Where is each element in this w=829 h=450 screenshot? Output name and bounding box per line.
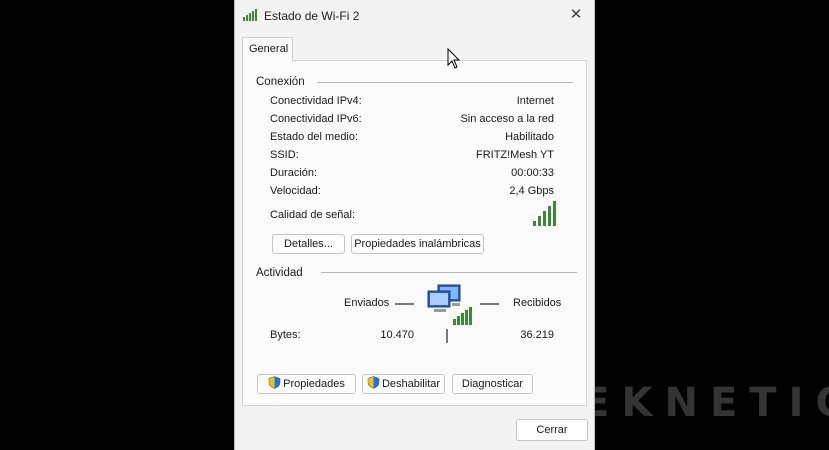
sent-label: Enviados — [344, 297, 390, 309]
activity-divider — [321, 272, 577, 273]
signal-bar — [543, 211, 546, 226]
ipv6-value: Sin acceso a la red — [460, 113, 554, 125]
speed-label: Velocidad: — [270, 185, 321, 197]
ssid-value: FRITZ!Mesh YT — [475, 149, 554, 161]
signal-bar — [553, 201, 556, 226]
duration-label: Duración: — [270, 167, 318, 179]
signal-quality-label: Calidad de señal: — [270, 209, 356, 221]
tab-general[interactable]: General — [242, 37, 293, 61]
title-bar: Estado de Wi-Fi 2 ✕ — [235, 0, 594, 32]
media-state-label: Estado del medio: — [270, 131, 359, 143]
network-computers-icon — [427, 284, 472, 325]
wireless-properties-button[interactable]: Propiedades inalámbricas — [351, 234, 484, 254]
wifi-signal-icon — [243, 9, 257, 21]
window-title: Estado de Wi-Fi 2 — [264, 9, 360, 23]
general-panel: Conexión Conectividad IPv4: Internet Con… — [242, 60, 587, 406]
ipv4-label: Conectividad IPv4: — [270, 95, 362, 107]
connection-divider — [317, 82, 573, 83]
activity-group-title: Actividad — [256, 267, 303, 279]
bytes-sent-value: 10.470 — [380, 329, 414, 341]
signal-quality-icon — [533, 201, 563, 226]
received-label: Recibidos — [513, 297, 562, 309]
signal-bar — [548, 206, 551, 226]
close-button[interactable]: Cerrar — [516, 419, 588, 441]
signal-bar — [538, 216, 541, 226]
mouse-cursor-icon — [447, 48, 461, 69]
sent-connector — [395, 303, 414, 305]
connection-group-title: Conexión — [256, 76, 305, 88]
bytes-label: Bytes: — [270, 329, 301, 341]
uac-shield-icon — [268, 376, 281, 389]
close-window-button[interactable]: ✕ — [566, 5, 586, 25]
signal-bar — [533, 221, 536, 226]
properties-label: Propiedades — [283, 378, 345, 390]
activity-divider-vertical — [446, 329, 448, 343]
details-button[interactable]: Detalles... — [272, 234, 345, 254]
bytes-received-value: 36.219 — [520, 329, 554, 341]
uac-shield-icon — [367, 376, 380, 389]
ipv4-value: Internet — [516, 95, 554, 107]
speed-value: 2,4 Gbps — [509, 185, 554, 197]
duration-value: 00:00:33 — [511, 167, 554, 179]
media-state-value: Habilitado — [505, 131, 554, 143]
wifi-status-dialog: Estado de Wi-Fi 2 ✕ General Conexión Con… — [234, 0, 595, 450]
disable-label: Deshabilitar — [381, 378, 441, 390]
received-connector — [480, 303, 499, 305]
disable-button[interactable]: Deshabilitar — [362, 374, 445, 394]
diagnose-button[interactable]: Diagnosticar — [452, 374, 533, 394]
ipv6-label: Conectividad IPv6: — [270, 113, 362, 125]
properties-button[interactable]: Propiedades — [257, 374, 356, 394]
ssid-label: SSID: — [270, 149, 299, 161]
